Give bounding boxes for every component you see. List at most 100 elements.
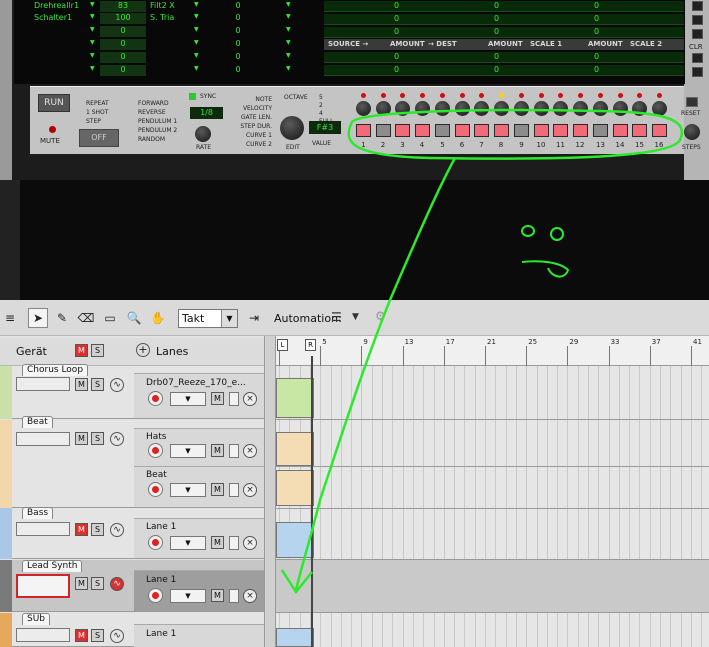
mute-button[interactable]: M: [75, 629, 88, 642]
track-name[interactable]: Bass: [22, 507, 54, 519]
mode-step[interactable]: STEP: [86, 118, 101, 125]
matrix-row[interactable]: Schalter1 ▼ 100 S. Tria ▼ 0 ▼: [14, 13, 314, 25]
chevron-down-icon[interactable]: ▼: [221, 310, 237, 327]
step-knob[interactable]: [414, 101, 430, 116]
dir-reverse[interactable]: REVERSE: [138, 109, 166, 116]
solo-button[interactable]: S: [91, 629, 104, 642]
lane-option-button[interactable]: [229, 444, 239, 458]
step-knob[interactable]: [474, 101, 489, 116]
matrix-right-value[interactable]: 0: [594, 27, 599, 36]
dir-forward[interactable]: FORWARD: [138, 100, 169, 107]
matrix-amount[interactable]: 0: [100, 26, 146, 37]
clip-chorus-loop[interactable]: [276, 378, 314, 418]
step-knob[interactable]: [651, 101, 667, 116]
lane-select[interactable]: ▼: [170, 392, 206, 406]
step-knob[interactable]: [553, 101, 568, 116]
step-button[interactable]: [435, 124, 450, 137]
matrix-amount[interactable]: 83: [100, 1, 146, 12]
steps-knob[interactable]: [684, 124, 700, 140]
loop-right-marker[interactable]: R: [305, 339, 316, 351]
step-button[interactable]: [533, 124, 549, 137]
mute-button[interactable]: M: [75, 523, 88, 536]
matrix-amount[interactable]: 0: [100, 65, 146, 76]
matrix-value[interactable]: 0: [208, 1, 268, 12]
device-icon[interactable]: [16, 522, 70, 536]
close-icon[interactable]: ×: [243, 392, 257, 406]
step-button[interactable]: [553, 124, 568, 137]
track-name[interactable]: SUb: [22, 613, 51, 625]
matrix-amount[interactable]: 100: [100, 13, 146, 24]
reset-button[interactable]: [686, 97, 698, 107]
clip-beat[interactable]: [276, 470, 314, 506]
lane-mute-button[interactable]: M: [211, 483, 224, 496]
octave-value[interactable]: 5: [319, 94, 334, 102]
automation-cleanup-icon[interactable]: ⚙: [375, 309, 386, 323]
automation-icon[interactable]: ☰: [331, 310, 347, 326]
lane-option-button[interactable]: [229, 483, 239, 497]
step-button[interactable]: [395, 124, 410, 137]
matrix-right-value[interactable]: 0: [394, 14, 399, 23]
step-knob[interactable]: [593, 101, 608, 116]
off-switch[interactable]: OFF: [79, 129, 119, 147]
matrix-value[interactable]: 0: [208, 65, 268, 76]
step-knob[interactable]: [493, 101, 509, 116]
matrix-source[interactable]: Drehreallr1: [34, 1, 98, 12]
step-knob[interactable]: [632, 101, 647, 116]
device-icon[interactable]: [16, 377, 70, 391]
matrix-row[interactable]: ▼ 0 ▼ 0 ▼: [14, 65, 314, 77]
record-button[interactable]: [148, 391, 163, 406]
matrix-row[interactable]: ▼ 0 ▼ 0 ▼: [14, 26, 314, 38]
lead-synth-arrange-row[interactable]: [276, 560, 709, 612]
step-knob[interactable]: [395, 101, 410, 116]
rate-knob[interactable]: [195, 126, 211, 142]
step-button[interactable]: [356, 124, 371, 137]
lane-option-button[interactable]: [229, 589, 239, 603]
octave-value[interactable]: 4: [319, 110, 334, 118]
device-icon[interactable]: [16, 628, 70, 642]
close-icon[interactable]: ×: [243, 536, 257, 550]
matrix-side-button[interactable]: [692, 29, 703, 39]
edit-knob[interactable]: [280, 116, 304, 140]
mute-button[interactable]: M: [75, 577, 88, 590]
mode-repeat[interactable]: REPEAT: [86, 100, 109, 107]
matrix-right-value[interactable]: 0: [594, 14, 599, 23]
record-button[interactable]: [148, 443, 163, 458]
solo-button[interactable]: S: [91, 577, 104, 590]
clip-hats[interactable]: [276, 432, 314, 466]
close-icon[interactable]: ×: [243, 444, 257, 458]
dir-random[interactable]: RANDOM: [138, 136, 165, 143]
matrix-amount[interactable]: 0: [100, 52, 146, 63]
lane-select[interactable]: ▼: [170, 589, 206, 603]
matrix-right-value[interactable]: 0: [494, 27, 499, 36]
track-splitter[interactable]: [264, 336, 276, 647]
razor-tool-icon[interactable]: ▭: [100, 308, 120, 328]
matrix-right-row[interactable]: 0 0 0: [324, 14, 684, 25]
track-name[interactable]: Beat: [22, 416, 53, 428]
matrix-right-value[interactable]: 0: [394, 52, 399, 61]
close-icon[interactable]: ×: [243, 483, 257, 497]
edit-mode-gate-len[interactable]: GATE LEN.: [226, 113, 272, 122]
matrix-value[interactable]: 0: [208, 13, 268, 24]
matrix-row[interactable]: ▼ 0 ▼ 0 ▼: [14, 52, 314, 64]
matrix-right-value[interactable]: 0: [394, 1, 399, 10]
wave-icon[interactable]: ∿: [110, 629, 124, 643]
step-button[interactable]: [572, 124, 588, 137]
matrix-value[interactable]: 0: [208, 26, 268, 37]
matrix-right-row[interactable]: 0 0 0: [324, 27, 684, 38]
master-mute-button[interactable]: M: [75, 344, 88, 357]
edit-mode-velocity[interactable]: VELOCITY: [226, 104, 272, 113]
matrix-row[interactable]: ▼ 0 ▼ 0 ▼: [14, 39, 314, 51]
matrix-row[interactable]: Drehreallr1 ▼ 83 Filt2 X ▼ 0 ▼: [14, 1, 314, 13]
device-icon[interactable]: [16, 432, 70, 446]
hand-tool-icon[interactable]: ✋: [148, 308, 168, 328]
matrix-amount[interactable]: 0: [100, 39, 146, 50]
matrix-side-button[interactable]: [692, 53, 703, 63]
lane-mute-button[interactable]: M: [211, 444, 224, 457]
lane-select[interactable]: ▼: [170, 444, 206, 458]
matrix-right-value[interactable]: 0: [494, 65, 499, 74]
pencil-tool-icon[interactable]: ✎: [52, 308, 72, 328]
mute-button[interactable]: M: [75, 432, 88, 445]
octave-value[interactable]: 2: [319, 102, 334, 110]
step-knob[interactable]: [375, 101, 391, 116]
clip-bass[interactable]: [276, 522, 314, 558]
